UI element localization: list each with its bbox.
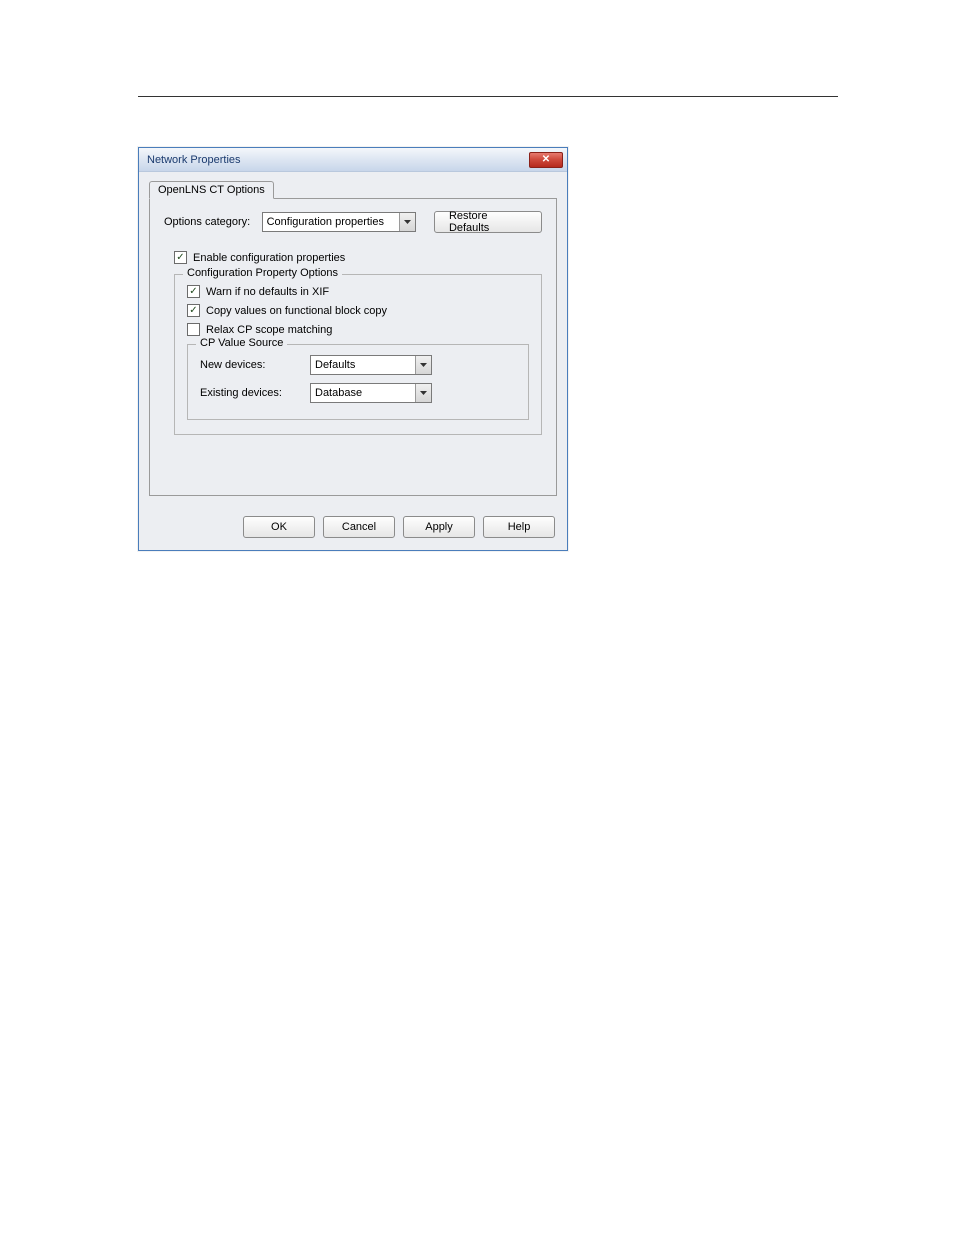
options-category-value: Configuration properties	[267, 216, 384, 228]
copy-checkbox[interactable]	[187, 304, 200, 317]
apply-label: Apply	[425, 521, 453, 533]
existing-devices-value: Database	[315, 387, 362, 399]
dialog-body: OpenLNS CT Options Options category: Con…	[139, 172, 567, 506]
new-devices-row: New devices: Defaults	[200, 355, 516, 375]
tab-openlns-ct-options[interactable]: OpenLNS CT Options	[149, 181, 274, 199]
warn-checkbox[interactable]	[187, 285, 200, 298]
ok-button[interactable]: OK	[243, 516, 315, 538]
options-category-label: Options category:	[164, 216, 262, 228]
enable-cp-checkbox[interactable]	[174, 251, 187, 264]
close-button[interactable]: ✕	[529, 152, 563, 168]
relax-checkbox[interactable]	[187, 323, 200, 336]
warn-label: Warn if no defaults in XIF	[206, 286, 329, 298]
cancel-button[interactable]: Cancel	[323, 516, 395, 538]
help-label: Help	[508, 521, 531, 533]
dialog-button-row: OK Cancel Apply Help	[139, 506, 567, 550]
options-category-select[interactable]: Configuration properties	[262, 212, 416, 232]
chevron-down-icon	[415, 356, 431, 374]
chevron-down-icon	[415, 384, 431, 402]
tab-label: OpenLNS CT Options	[158, 184, 265, 196]
page-divider	[138, 96, 838, 97]
warn-row: Warn if no defaults in XIF	[187, 285, 529, 298]
existing-devices-label: Existing devices:	[200, 387, 310, 399]
dialog-title: Network Properties	[147, 154, 241, 166]
cp-value-source-legend: CP Value Source	[196, 337, 287, 349]
new-devices-value: Defaults	[315, 359, 355, 371]
cp-options-fieldset: Configuration Property Options Warn if n…	[174, 274, 542, 435]
network-properties-dialog: Network Properties ✕ OpenLNS CT Options …	[138, 147, 568, 551]
existing-devices-row: Existing devices: Database	[200, 383, 516, 403]
tab-content: Options category: Configuration properti…	[149, 198, 557, 496]
enable-cp-row: Enable configuration properties	[174, 251, 542, 264]
cp-value-source-fieldset: CP Value Source New devices: Defaults	[187, 344, 529, 420]
close-icon: ✕	[542, 154, 550, 165]
enable-cp-label: Enable configuration properties	[193, 252, 345, 264]
cancel-label: Cancel	[342, 521, 376, 533]
existing-devices-select[interactable]: Database	[310, 383, 432, 403]
copy-row: Copy values on functional block copy	[187, 304, 529, 317]
tab-strip: OpenLNS CT Options	[149, 178, 557, 198]
relax-label: Relax CP scope matching	[206, 324, 332, 336]
new-devices-label: New devices:	[200, 359, 310, 371]
apply-button[interactable]: Apply	[403, 516, 475, 538]
titlebar: Network Properties ✕	[139, 148, 567, 172]
ok-label: OK	[271, 521, 287, 533]
restore-defaults-label: Restore Defaults	[449, 210, 527, 234]
relax-row: Relax CP scope matching	[187, 323, 529, 336]
chevron-down-icon	[399, 213, 415, 231]
cp-options-legend: Configuration Property Options	[183, 267, 342, 279]
restore-defaults-button[interactable]: Restore Defaults	[434, 211, 542, 233]
new-devices-select[interactable]: Defaults	[310, 355, 432, 375]
help-button[interactable]: Help	[483, 516, 555, 538]
copy-label: Copy values on functional block copy	[206, 305, 387, 317]
options-category-row: Options category: Configuration properti…	[164, 211, 542, 233]
